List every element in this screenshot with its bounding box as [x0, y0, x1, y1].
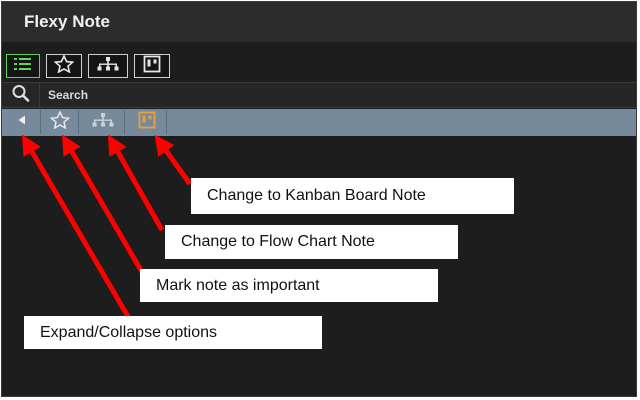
flowchart-callout-text: Change to Flow Chart Note — [181, 233, 375, 250]
important-callout-text: Mark note as important — [156, 276, 320, 294]
flowchart-arrow — [107, 134, 165, 232]
expand-callout: Expand/Collapse options — [24, 316, 322, 349]
app-window: Flexy Note Search Change to Kanban Board… — [1, 1, 637, 397]
important-callout: Mark note as important — [140, 269, 438, 302]
kanban-callout-text: Change to Kanban Board Note — [207, 187, 426, 204]
flowchart-callout: Change to Flow Chart Note — [165, 225, 458, 259]
important-arrow — [61, 134, 145, 274]
expand-callout-text: Expand/Collapse options — [40, 323, 218, 341]
kanban-callout: Change to Kanban Board Note — [191, 178, 514, 214]
kanban-arrow — [154, 134, 193, 186]
